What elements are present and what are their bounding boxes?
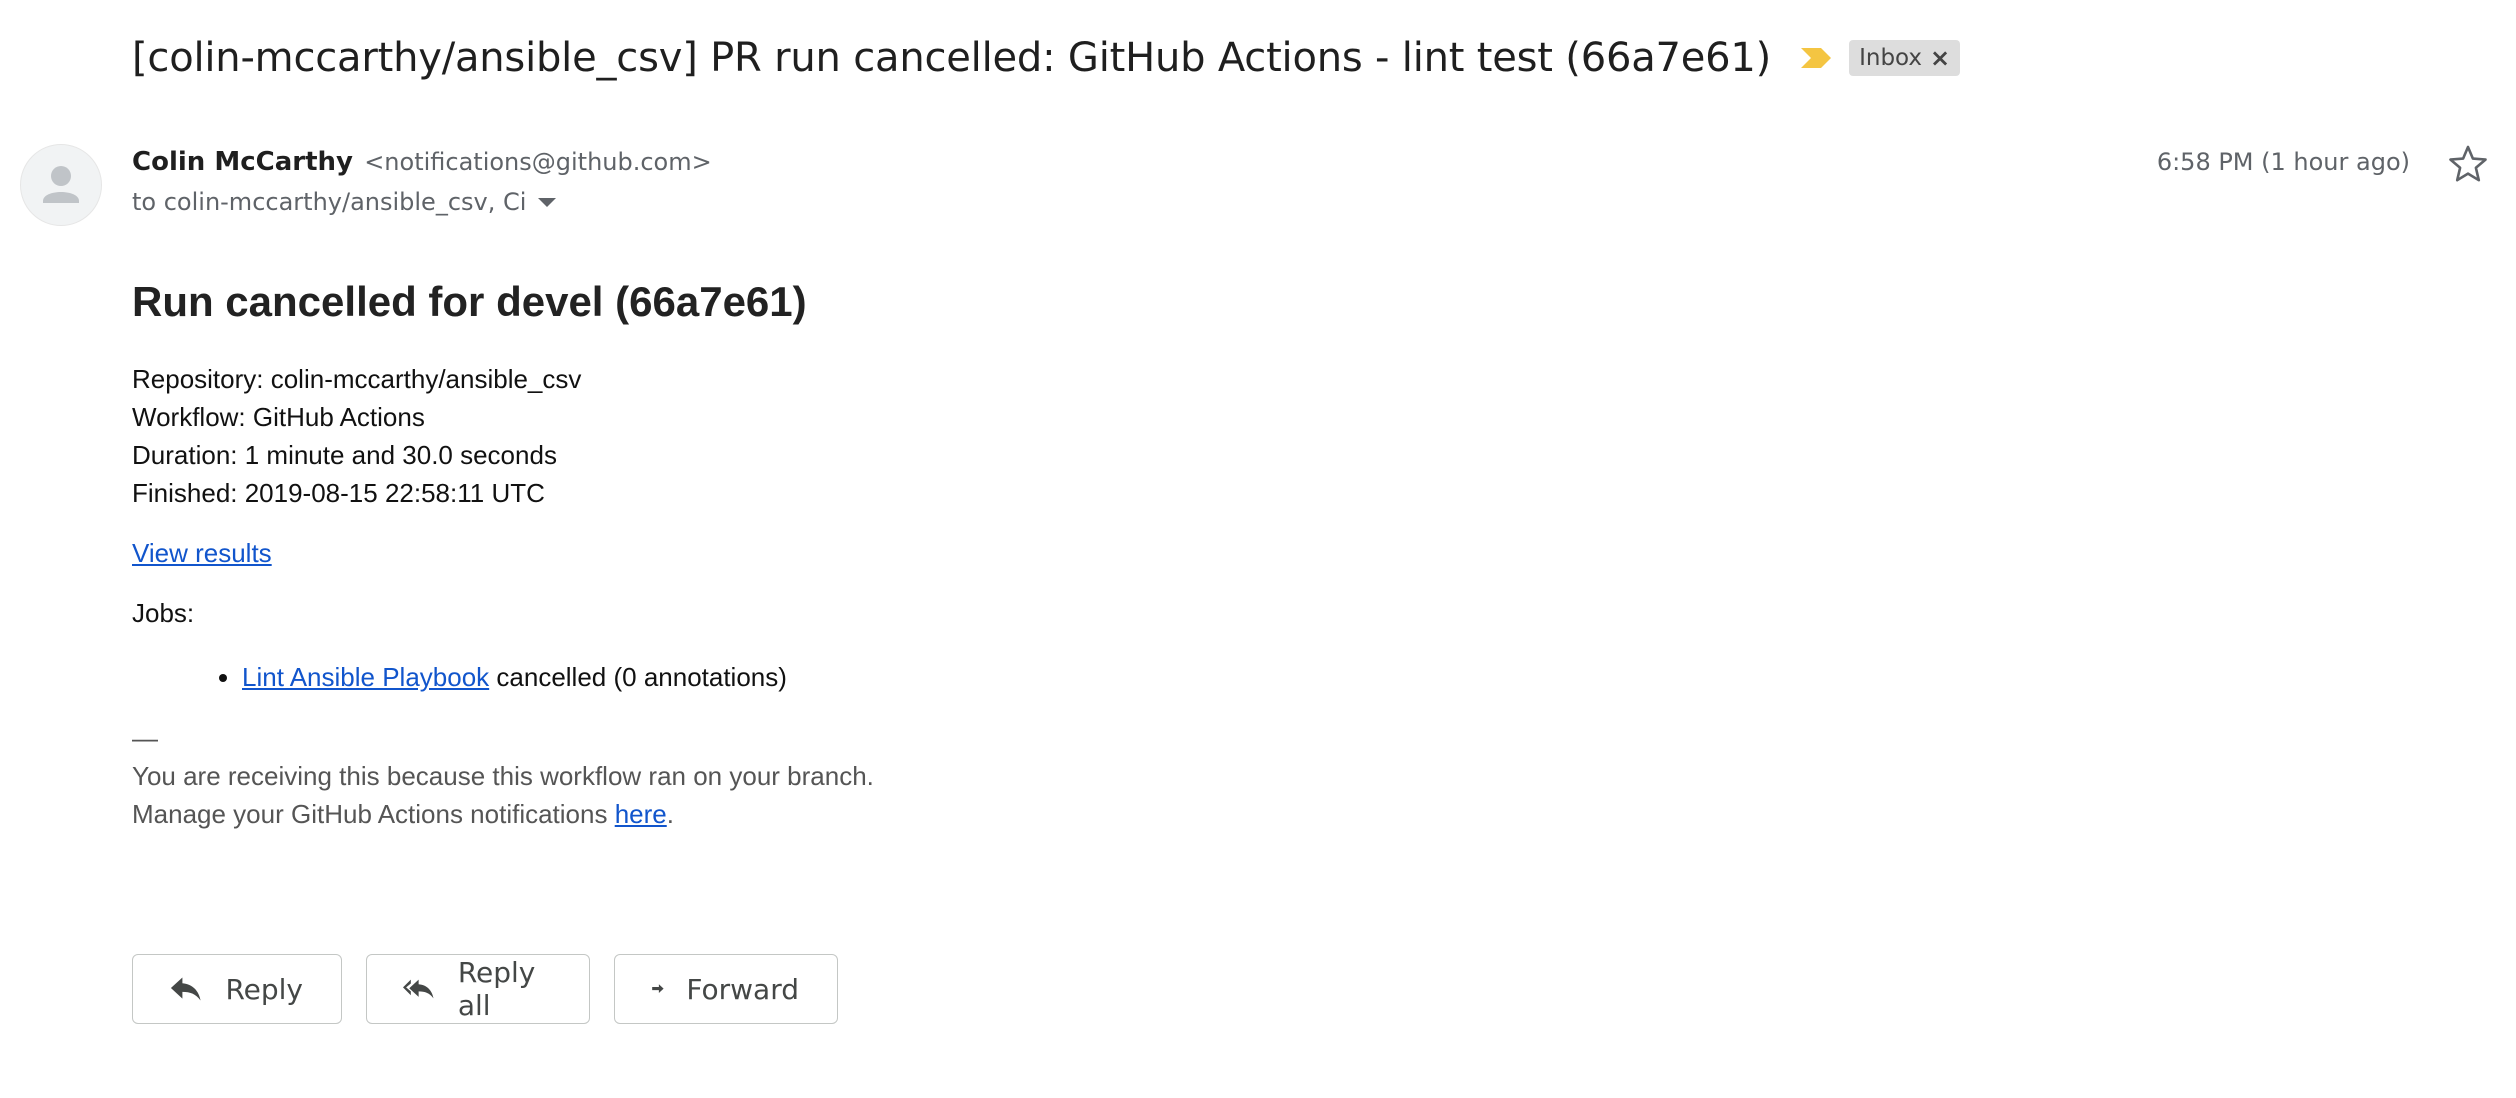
email-subject: [colin-mccarthy/ansible_csv] PR run canc… xyxy=(132,35,1772,81)
email-heading: Run cancelled for devel (66a7e61) xyxy=(132,278,807,325)
recipients-row: to colin-mccarthy/ansible_csv, Ci xyxy=(132,188,557,216)
reply-button[interactable]: Reply xyxy=(132,954,342,1024)
show-details-dropdown-icon[interactable] xyxy=(538,197,557,207)
label-chip-inbox: Inbox × xyxy=(1849,40,1961,76)
sender-row: Colin McCarthy <notifications@github.com… xyxy=(132,146,712,177)
run-details: Repository: colin-mccarthy/ansible_csv W… xyxy=(132,360,1732,512)
footer-manage-text: Manage your GitHub Actions notifications xyxy=(132,799,615,829)
workflow-line: Workflow: GitHub Actions xyxy=(132,402,425,432)
footer-period: . xyxy=(666,799,674,829)
duration-line: Duration: 1 minute and 30.0 seconds xyxy=(132,440,557,470)
forward-icon xyxy=(652,984,664,993)
email-footer: You are receiving this because this work… xyxy=(132,757,1732,833)
sender-name[interactable]: Colin McCarthy xyxy=(132,147,353,177)
reply-all-button[interactable]: Reply all xyxy=(366,954,590,1024)
remove-label-icon[interactable]: × xyxy=(1930,44,1950,72)
reply-actions: Reply Reply all Forward xyxy=(132,954,838,1024)
forward-button-label: Forward xyxy=(686,972,799,1006)
job-link-lint-ansible-playbook[interactable]: Lint Ansible Playbook xyxy=(242,662,489,692)
forward-button[interactable]: Forward xyxy=(614,954,838,1024)
jobs-label: Jobs: xyxy=(132,598,195,628)
view-results-link[interactable]: View results xyxy=(132,538,272,569)
footer-manage: Manage your GitHub Actions notifications… xyxy=(132,795,1732,833)
subject-row: [colin-mccarthy/ansible_csv] PR run canc… xyxy=(132,26,1961,90)
star-icon[interactable] xyxy=(2448,144,2488,184)
email-body: Run cancelled for devel (66a7e61) Reposi… xyxy=(132,272,1732,833)
label-chip-text: Inbox xyxy=(1859,45,1923,71)
importance-marker-icon[interactable] xyxy=(1799,44,1835,72)
reply-button-label: Reply xyxy=(225,972,303,1006)
manage-notifications-link[interactable]: here xyxy=(615,799,667,829)
sender-email: <notifications@github.com> xyxy=(364,148,712,176)
repository-line: Repository: colin-mccarthy/ansible_csv xyxy=(132,364,582,394)
recipients-text: to colin-mccarthy/ansible_csv, Ci xyxy=(132,188,527,216)
reply-all-button-label: Reply all xyxy=(457,956,536,1022)
reply-icon xyxy=(170,977,201,1001)
job-status: cancelled (0 annotations) xyxy=(489,662,787,692)
email-timestamp: 6:58 PM (1 hour ago) xyxy=(2156,148,2410,176)
person-icon xyxy=(43,166,79,203)
finished-line: Finished: 2019-08-15 22:58:11 UTC xyxy=(132,478,545,508)
list-item: Lint Ansible Playbook cancelled (0 annot… xyxy=(242,659,1732,695)
footer-reason: You are receiving this because this work… xyxy=(132,761,874,791)
signature-divider: — xyxy=(132,723,158,753)
reply-all-icon xyxy=(403,979,434,999)
jobs-list: Lint Ansible Playbook cancelled (0 annot… xyxy=(132,659,1732,695)
sender-avatar[interactable] xyxy=(20,144,102,226)
